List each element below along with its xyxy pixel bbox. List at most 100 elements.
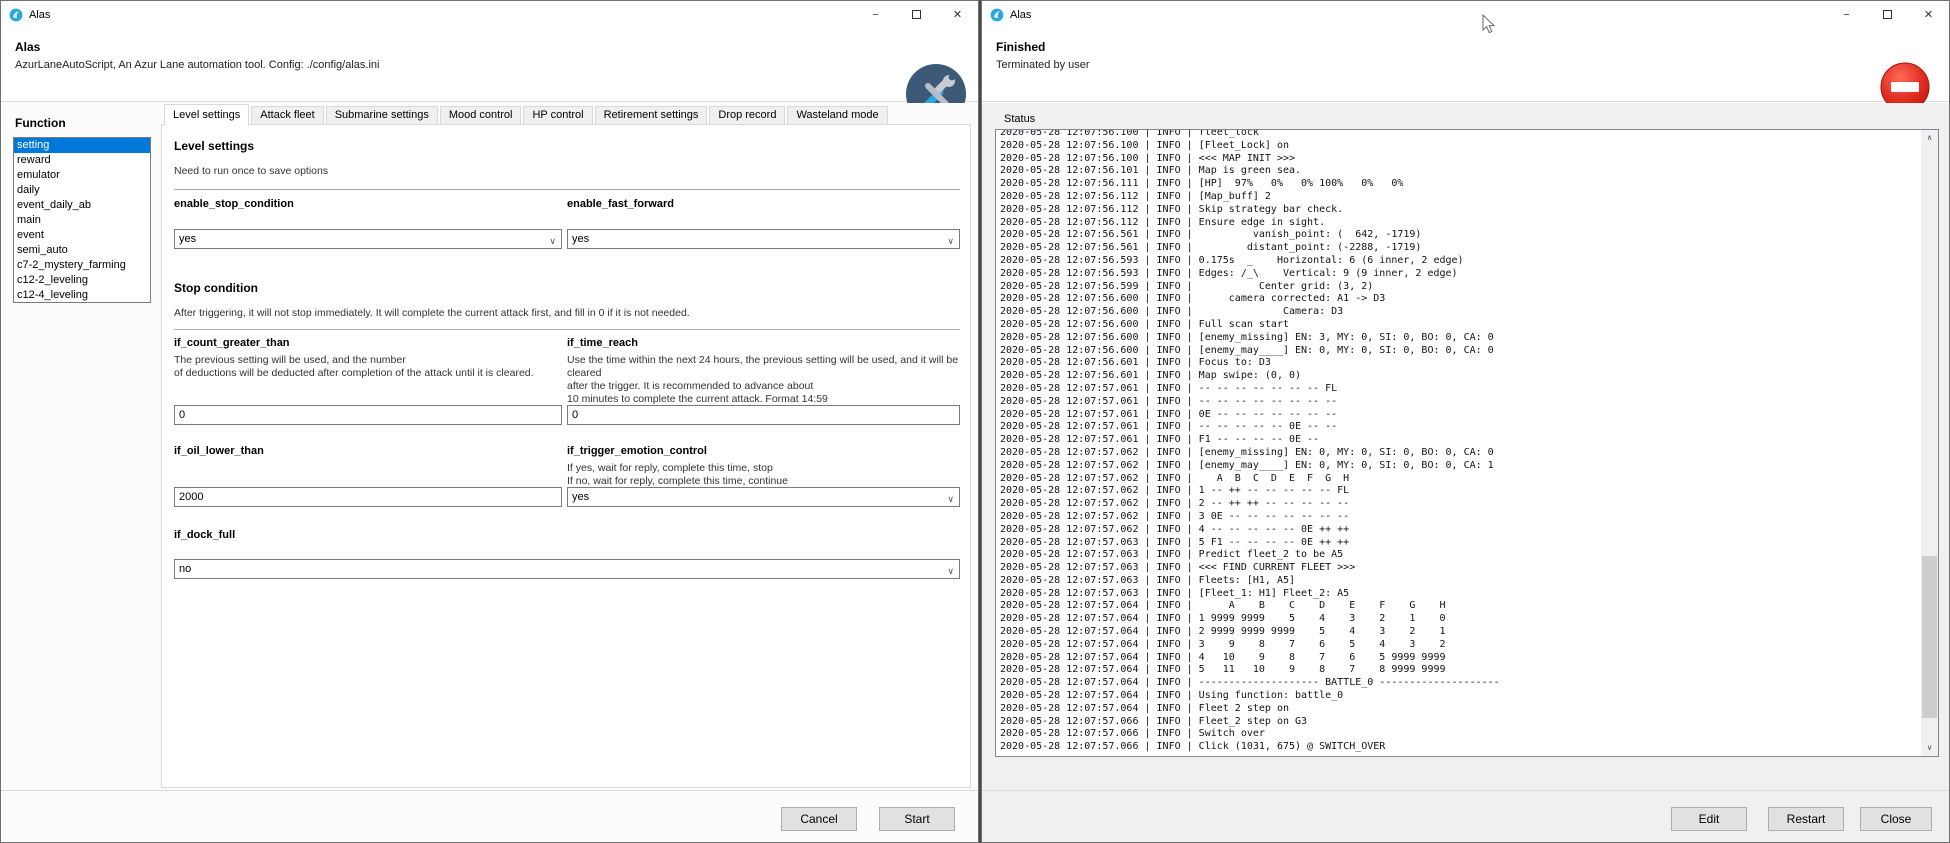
help-if-trigger-emotion-control: If yes, wait for reply, complete this ti… [567,462,960,488]
if-oil-lower-than-input[interactable] [174,487,562,507]
minimize-button-icon[interactable]: − [855,1,896,28]
settings-tab-widget: Level settingsAttack fleetSubmarine sett… [161,104,971,788]
function-item-setting[interactable]: setting [14,138,150,153]
run-status-title: Finished [996,40,1045,54]
app-icon [9,8,23,22]
function-item-main[interactable]: main [14,213,150,228]
log-line: 2020-05-28 12:07:57.066 | INFO | Click (… [1000,741,1921,754]
log-line: 2020-05-28 12:07:56.101 | INFO | Map is … [1000,165,1921,178]
minimize-button-icon[interactable]: − [1826,1,1867,28]
if-time-reach-input[interactable] [567,405,960,425]
select-value: yes [572,491,589,503]
scrollbar-thumb[interactable] [1922,556,1937,719]
log-line: 2020-05-28 12:07:57.063 | INFO | <<< FIN… [1000,562,1921,575]
app-icon [990,8,1004,22]
restart-button[interactable]: Restart [1768,807,1844,831]
section-title-stop-condition: Stop condition [174,281,258,295]
log-line: 2020-05-28 12:07:56.112 | INFO | Ensure … [1000,217,1921,230]
edit-button[interactable]: Edit [1671,807,1747,831]
divider [174,329,960,330]
help-if-time-reach: Use the time within the next 24 hours, t… [567,354,960,406]
chevron-down-icon: ∨ [947,490,954,508]
footer-divider [982,790,1949,791]
log-box[interactable]: 2020-05-28 12:07:56.100 | INFO | fleet_l… [995,129,1939,757]
log-line: 2020-05-28 12:07:56.600 | INFO | Camera:… [1000,306,1921,319]
function-item-event_daily_ab[interactable]: event_daily_ab [14,198,150,213]
function-panel-label: Function [15,116,66,130]
right-title-bar: Alas − ✕ [982,1,1949,28]
log-line: 2020-05-28 12:07:56.601 | INFO | Focus t… [1000,357,1921,370]
close-button-icon[interactable]: ✕ [1908,1,1949,28]
log-line: 2020-05-28 12:07:57.066 | INFO | Switch … [1000,728,1921,741]
chevron-down-icon: ∨ [947,232,954,250]
section-desc-stop-condition: After triggering, it will not stop immed… [174,307,960,320]
left-body: Function settingrewardemulatordailyevent… [1,103,978,842]
log-line: 2020-05-28 12:07:57.061 | INFO | -- -- -… [1000,383,1921,396]
tab-mood-control[interactable]: Mood control [440,106,522,125]
function-item-daily[interactable]: daily [14,183,150,198]
run-status-subtitle: Terminated by user [996,59,1090,71]
if-trigger-emotion-control-select[interactable]: yes ∨ [567,487,960,507]
tab-drop-record[interactable]: Drop record [709,106,785,125]
label-if-oil-lower-than: if_oil_lower_than [174,445,264,457]
label-if-trigger-emotion-control: if_trigger_emotion_control [567,445,707,457]
config-subtitle: AzurLaneAutoScript, An Azur Lane automat… [15,59,379,71]
log-line: 2020-05-28 12:07:57.064 | INFO | 5 11 10… [1000,664,1921,677]
log-line: 2020-05-28 12:07:57.064 | INFO | 2 9999 … [1000,626,1921,639]
log-lines: 2020-05-28 12:07:56.100 | INFO | fleet_l… [996,130,1921,756]
log-line: 2020-05-28 12:07:57.061 | INFO | -- -- -… [1000,421,1921,434]
start-button[interactable]: Start [879,807,955,831]
status-group-label: Status [1004,113,1035,125]
tab-level-settings[interactable]: Level settings [164,104,249,126]
function-item-c12-4_leveling[interactable]: c12-4_leveling [14,288,150,303]
cancel-button[interactable]: Cancel [781,807,857,831]
log-line: 2020-05-28 12:07:57.064 | INFO | A B C D… [1000,600,1921,613]
left-title-bar: Alas − ✕ [1,1,978,28]
log-line: 2020-05-28 12:07:57.064 | INFO | 3 9 8 7… [1000,639,1921,652]
log-line: 2020-05-28 12:07:56.112 | INFO | Skip st… [1000,204,1921,217]
tab-retirement-settings[interactable]: Retirement settings [595,106,708,125]
log-line: 2020-05-28 12:07:56.593 | INFO | 0.175s … [1000,255,1921,268]
enable-fast-forward-select[interactable]: yes ∨ [567,229,960,249]
function-item-semi_auto[interactable]: semi_auto [14,243,150,258]
function-item-event[interactable]: event [14,228,150,243]
log-scrollbar[interactable]: ∧ ∨ [1921,130,1938,756]
select-value: yes [179,233,196,245]
function-item-emulator[interactable]: emulator [14,168,150,183]
if-count-greater-than-input[interactable] [174,405,562,425]
log-line: 2020-05-28 12:07:57.063 | INFO | Fleets:… [1000,575,1921,588]
scroll-up-icon[interactable]: ∧ [1921,130,1938,146]
if-dock-full-select[interactable]: no ∨ [174,559,960,579]
close-button-icon[interactable]: ✕ [937,1,978,28]
scroll-down-icon[interactable]: ∨ [1921,740,1938,756]
window-title: Alas [29,9,50,21]
log-line: 2020-05-28 12:07:57.064 | INFO | -------… [1000,677,1921,690]
log-line: 2020-05-28 12:07:57.062 | INFO | [enemy_… [1000,447,1921,460]
log-line: 2020-05-28 12:07:57.062 | INFO | [enemy_… [1000,460,1921,473]
function-item-c12-2_leveling[interactable]: c12-2_leveling [14,273,150,288]
log-line: 2020-05-28 12:07:56.112 | INFO | [Map_bu… [1000,191,1921,204]
log-line: 2020-05-28 12:07:56.601 | INFO | Map swi… [1000,370,1921,383]
maximize-button-icon[interactable] [896,1,937,28]
function-item-c7-2_mystery_farming[interactable]: c7-2_mystery_farming [14,258,150,273]
function-item-reward[interactable]: reward [14,153,150,168]
log-line: 2020-05-28 12:07:56.561 | INFO | vanish_… [1000,229,1921,242]
log-line: 2020-05-28 12:07:57.063 | INFO | 5 F1 --… [1000,537,1921,550]
tab-pane-level-settings: Level settings Need to run once to save … [161,124,971,788]
label-enable-fast-forward: enable_fast_forward [567,198,674,210]
tab-wasteland-mode[interactable]: Wasteland mode [787,106,887,125]
close-button[interactable]: Close [1860,807,1932,831]
label-if-dock-full: if_dock_full [174,529,235,541]
tab-submarine-settings[interactable]: Submarine settings [326,106,438,125]
tab-attack-fleet[interactable]: Attack fleet [251,106,323,125]
log-line: 2020-05-28 12:07:57.061 | INFO | -- -- -… [1000,396,1921,409]
log-line: 2020-05-28 12:07:56.600 | INFO | camera … [1000,293,1921,306]
log-line: 2020-05-28 12:07:57.063 | INFO | [Fleet_… [1000,588,1921,601]
log-line: 2020-05-28 12:07:56.600 | INFO | [enemy_… [1000,345,1921,358]
maximize-button-icon[interactable] [1867,1,1908,28]
enable-stop-condition-select[interactable]: yes ∨ [174,229,562,249]
right-header: Finished Terminated by user [982,28,1949,102]
log-line: 2020-05-28 12:07:57.062 | INFO | 2 -- ++… [1000,498,1921,511]
tab-hp-control[interactable]: HP control [523,106,592,125]
function-list[interactable]: settingrewardemulatordailyevent_daily_ab… [13,137,151,303]
